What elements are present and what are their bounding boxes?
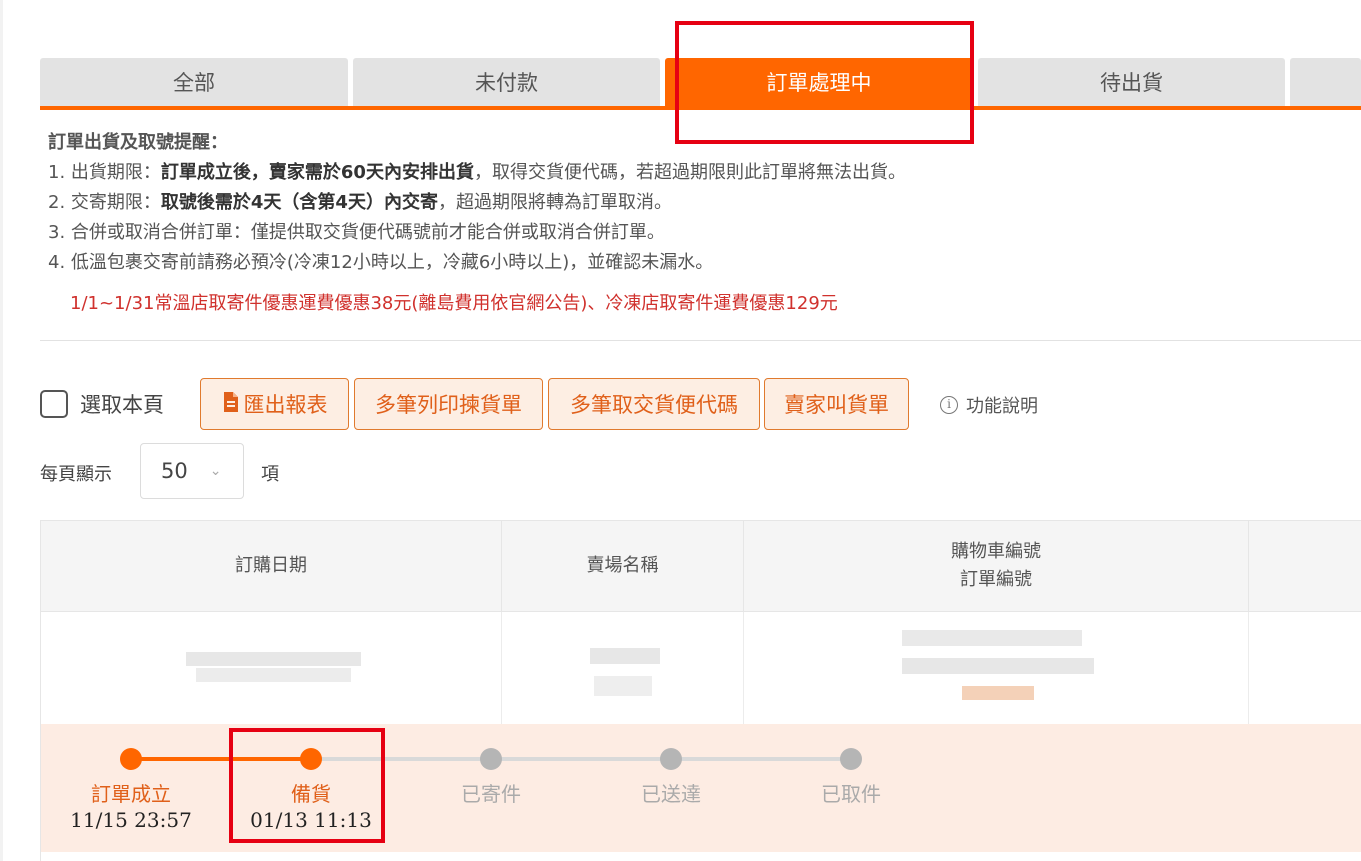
order-date-cell [41,612,502,724]
document-icon [222,391,240,418]
per-page-select[interactable]: 50 ⌄ [140,443,244,499]
redacted-text [590,648,660,664]
step-node-created [120,748,142,770]
select-page-control[interactable]: 選取本頁 [40,389,164,419]
order-status-tabs: 全部 未付款 訂單處理中 待出貨 [40,58,1361,106]
tab-to-ship[interactable]: 待出貨 [978,58,1285,106]
select-page-label: 選取本頁 [80,393,164,417]
notice-line-3: 3. 合併或取消合併訂單：僅提供取交貨便代碼號前才能合併或取消合併訂單。 [48,222,665,243]
print-picking-list-button[interactable]: 多筆列印揀貨單 [354,378,543,430]
shipping-notice: 訂單出貨及取號提醒： 1. 出貨期限：訂單成立後，賣家需於60天內安排出貨，取得… [48,128,1348,278]
step-node-preparing [300,748,322,770]
notice-line-2: 2. 交寄期限：取號後需於4天（含第4天）內交寄，超過期限將轉為訂單取消。 [48,192,672,213]
export-report-button[interactable]: 匯出報表 [200,378,349,430]
notice-line-1: 1. 出貨期限：訂單成立後，賣家需於60天內安排出貨，取得交貨便代碼，若超過期限… [48,162,906,183]
get-delivery-codes-button[interactable]: 多筆取交貨便代碼 [548,378,760,430]
step-label-picked-up: 已取件 [821,782,881,806]
table-header: 訂購日期 賣場名稱 購物車編號 訂單編號 [41,521,1361,612]
feature-help-label: 功能說明 [966,396,1038,417]
page-left-edge [0,0,3,861]
promo-text: 1/1~1/31常溫店取寄件優惠運費優惠38元(離島費用依官網公告)、冷凍店取寄… [70,293,838,314]
header-order-date: 訂購日期 [41,521,502,611]
progress-track-done [131,757,311,761]
step-time-preparing: 01/13 11:13 [250,808,372,832]
header-cart-order-number: 購物車編號 訂單編號 [744,521,1249,611]
tab-next[interactable] [1290,58,1361,106]
next-column-cell [1249,612,1361,724]
step-label-delivered: 已送達 [641,782,701,806]
tab-unpaid[interactable]: 未付款 [353,58,660,106]
order-progress: 訂單成立 備貨 已寄件 已送達 已取件 11/15 23:57 01/13 11… [41,724,1361,852]
seller-pickup-order-button[interactable]: 賣家叫貨單 [764,378,909,430]
divider [40,340,1361,341]
per-page-unit: 項 [261,464,279,485]
table-row[interactable] [41,612,1361,724]
cart-order-number-cell [744,612,1249,724]
step-label-created: 訂單成立 [91,782,171,806]
step-time-created: 11/15 23:57 [70,808,192,832]
step-node-delivered [660,748,682,770]
step-node-shipped [480,748,502,770]
export-report-label: 匯出報表 [243,393,328,417]
select-page-checkbox[interactable] [40,390,68,418]
orders-table: 訂購日期 賣場名稱 購物車編號 訂單編號 訂單成立 備貨 已寄件 已送達 已取件… [40,520,1361,861]
redacted-text [902,630,1082,646]
tab-underline [40,106,1361,110]
chevron-down-icon: ⌄ [209,463,222,479]
per-page-value: 50 [161,459,188,483]
tab-all[interactable]: 全部 [40,58,348,106]
step-label-preparing: 備貨 [291,782,331,806]
step-node-picked-up [840,748,862,770]
tab-processing[interactable]: 訂單處理中 [665,58,973,106]
per-page-label: 每頁顯示 [40,464,112,485]
feature-help-link[interactable]: i 功能說明 [940,392,1038,418]
info-icon: i [940,396,958,414]
notice-title: 訂單出貨及取號提醒： [48,132,228,153]
redacted-text [186,652,361,666]
step-label-shipped: 已寄件 [461,782,521,806]
store-name-cell [502,612,744,724]
header-store-name: 賣場名稱 [502,521,744,611]
redacted-text [902,658,1094,674]
redacted-link[interactable] [962,686,1034,700]
redacted-text [196,668,351,682]
header-next-column [1249,521,1361,611]
notice-line-4: 4. 低溫包裹交寄前請務必預冷(冷凍12小時以上，冷藏6小時以上)，並確認未漏水… [48,252,714,273]
redacted-text [594,676,652,696]
